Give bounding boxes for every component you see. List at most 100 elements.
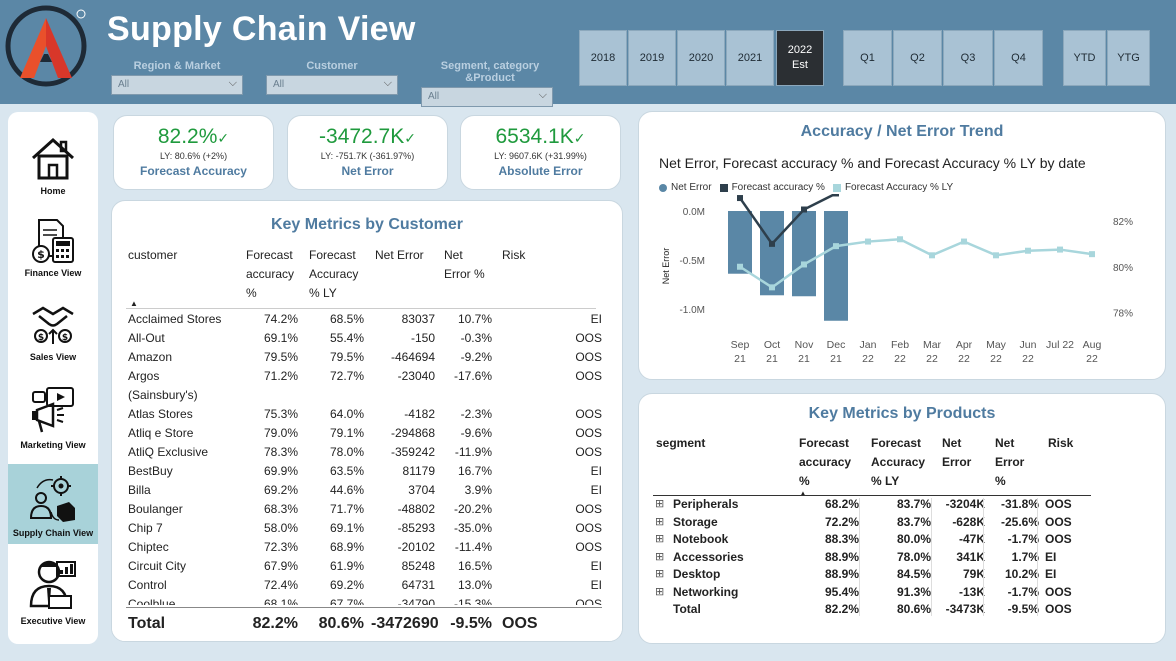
segment-select[interactable]: All ⌵ [421,87,553,107]
region-market-filter: Region & Market All ⌵ [111,60,243,95]
legend-swatch-forecast-accuracy-ly [832,183,841,192]
cell-nep: -31.8% [1000,497,1039,511]
sidebar-item-supply-chain-view[interactable]: Supply Chain View [8,464,98,544]
table-row[interactable]: ⊞ Peripherals 68.2% 83.7% -3204K -31.8% OOS [653,497,1153,514]
sort-ascending-icon[interactable]: ▲ [130,294,138,313]
cell-risk: OOS [575,426,602,440]
period-button-2022-est[interactable]: 2022 Est [776,30,824,86]
cell-faly: 83.7% [896,497,931,511]
table-row[interactable]: All-Out 69.1% 55.4% -150 -0.3% OOS [126,331,606,350]
x-tick-label: 22 [862,353,874,365]
period-button-q1[interactable]: Q1 [843,30,892,86]
period-button-ytg[interactable]: YTG [1107,30,1150,86]
period-button-2020[interactable]: 2020 [677,30,725,86]
sidebar-item-marketing-view[interactable]: Marketing View [8,376,98,456]
column-header-customer[interactable]: customer [128,246,177,265]
y-right-tick-label: 80% [1113,263,1133,274]
x-tick-label: Sep [731,339,750,351]
period-button-2019[interactable]: 2019 [628,30,676,86]
cell-faly: 79.1% [329,426,364,440]
sidebar-item-sales-view[interactable]: $ $ Sales View [8,288,98,368]
column-header-net-error-pct[interactable]: Net Error % [444,246,485,284]
table-row[interactable]: AtliQ Exclusive 78.3% 78.0% -359242 -11.9% OO… [126,445,606,464]
column-header-risk[interactable]: Risk [502,246,525,265]
cell-nep: -0.3% [460,331,492,345]
expand-icon[interactable]: ⊞ [655,515,664,528]
cell-name: Networking [673,584,739,599]
column-header-segment[interactable]: segment [656,434,705,453]
cell-nep: -9.5% [450,615,492,632]
cell-ne: -20102 [397,540,435,554]
x-tick-label: 22 [926,353,938,365]
customer-select[interactable]: All ⌵ [266,75,398,95]
executive-icon [29,560,76,609]
region-market-select[interactable]: All ⌵ [111,75,243,95]
table-row[interactable]: ⊞ Notebook 88.3% 80.0% -47K -1.7% OOS [653,532,1153,549]
table-row[interactable]: ⊞ Desktop 88.9% 84.5% 79K 10.2% EI [653,567,1153,584]
forecast-accuracy-ly-point [801,261,807,268]
column-header-forecast-accuracy-ly[interactable]: Forecast Accuracy % LY [309,246,358,303]
table-row[interactable]: Boulanger 68.3% 71.7% -48802 -20.2% OOS [126,502,606,521]
column-header-net-error-pct[interactable]: Net Error % [995,434,1024,491]
sidebar-item-executive-view[interactable]: Executive View [8,552,98,632]
table-row[interactable]: Argos 71.2% 72.7% -23040 -17.6% OOS (Sainsbury… [126,369,606,407]
x-tick-label: Jan [860,339,877,351]
sidebar-item-home[interactable]: Home [8,122,98,202]
cell-risk: EI [1045,567,1057,581]
customer-filter: Customer All ⌵ [266,60,398,95]
table-row[interactable]: Atliq e Store 79.0% 79.1% -294868 -9.6% OOS [126,426,606,445]
sidebar-item-finance-view[interactable]: $ Finance View [8,204,98,284]
table-row[interactable]: Circuit City 67.9% 61.9% 85248 16.5% EI [126,559,606,578]
x-tick-label: 22 [1022,353,1034,365]
table-row[interactable]: Acclaimed Stores 74.2% 68.5% 83037 10.7% EI [126,312,606,331]
cell-risk: EI [590,578,602,592]
period-button-q4[interactable]: Q4 [994,30,1043,86]
expand-icon[interactable]: ⊞ [655,585,664,598]
period-button-2018[interactable]: 2018 [579,30,627,86]
table-row[interactable]: Amazon 79.5% 79.5% -464694 -9.2% OOS [126,350,606,369]
period-button-2021[interactable]: 2021 [726,30,774,86]
cell-name: Boulanger [128,502,183,516]
cell-ne: -85293 [397,521,435,535]
handshake-icon: $ $ [32,306,74,344]
cell-name: Atlas Stores [128,407,193,421]
column-header-forecast-accuracy[interactable]: Forecast accuracy % [799,434,851,491]
expand-icon[interactable]: ⊞ [655,532,664,545]
table-row[interactable]: Chip 7 58.0% 69.1% -85293 -35.0% OOS [126,521,606,540]
column-header-net-error[interactable]: Net Error [375,246,424,265]
table-row[interactable]: Billa 69.2% 44.6% 3704 3.9% EI [126,483,606,502]
y-left-tick-label: -0.5M [679,256,705,267]
cell-nep: 1.7% [1011,549,1039,564]
expand-icon[interactable]: ⊞ [655,550,664,563]
period-button-q3[interactable]: Q3 [943,30,993,86]
expand-icon[interactable]: ⊞ [655,567,664,580]
table-row[interactable]: Control 72.4% 69.2% 64731 13.0% EI [126,578,606,597]
column-header-net-error[interactable]: Net Error [942,434,971,472]
header-line: Error [942,455,972,469]
x-tick-label: 21 [798,353,810,365]
table-row[interactable]: ⊞ Accessories 88.9% 78.0% 341K 1.7% EI [653,550,1153,567]
table-row[interactable]: Atlas Stores 75.3% 64.0% -4182 -2.3% OOS [126,407,606,426]
cell-ne: -464694 [390,350,435,364]
x-tick-label: 21 [830,353,842,365]
column-header-forecast-accuracy[interactable]: Forecast accuracy % [246,246,294,303]
cell-ne: -3204K [945,497,985,511]
expand-icon[interactable]: ⊞ [655,497,664,510]
table-row[interactable]: BestBuy 69.9% 63.5% 81179 16.7% EI [126,464,606,483]
cell-risk: OOS [1045,602,1072,616]
header-line: % LY [309,286,337,300]
cell-name: BestBuy [128,464,173,478]
period-button-ytd[interactable]: YTD [1063,30,1106,86]
scrollbar-thumb[interactable] [622,241,623,331]
period-button-q2[interactable]: Q2 [893,30,942,86]
y-left-tick-label: 0.0M [683,207,705,218]
table-row[interactable]: ⊞ Storage 72.2% 83.7% -628K -25.6% OOS [653,515,1153,532]
column-header-risk[interactable]: Risk [1048,434,1073,453]
column-header-forecast-accuracy-ly[interactable]: Forecast Accuracy % LY [871,434,925,491]
chart-subtitle: Net Error, Forecast accuracy % and Forec… [659,155,1086,171]
table-row[interactable]: Chiptec 72.3% 68.9% -20102 -11.4% OOS [126,540,606,559]
table-row[interactable]: ⊞ Networking 95.4% 91.3% -13K -1.7% OOS [653,585,1153,602]
cell-fa: 74.2% [263,312,298,326]
cell-fa: 95.4% [824,584,859,599]
cell-ne: 3704 [408,483,435,497]
